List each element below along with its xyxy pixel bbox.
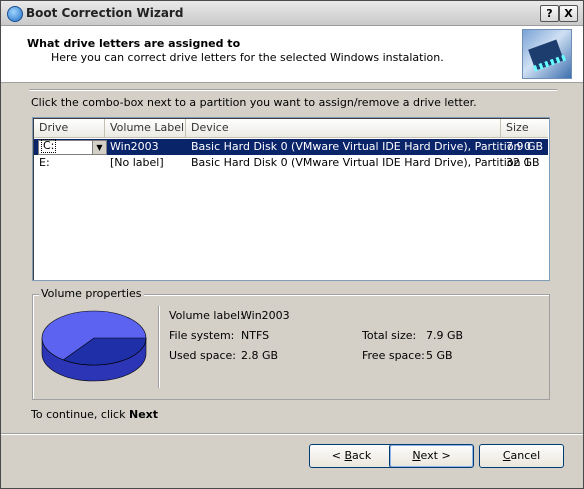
column-drive-letter[interactable]: Drive Letter [34, 119, 105, 152]
wizard-header: What drive letters are assigned to Here … [1, 26, 583, 83]
cell-device: Basic Hard Disk 0 (VMware Virtual IDE Ha… [191, 140, 532, 153]
properties-divider [158, 306, 160, 388]
header-title: What drive letters are assigned to [27, 37, 241, 50]
cell-volume-label: Win2003 [110, 140, 159, 153]
window-title: Boot Correction Wizard [26, 6, 184, 20]
continue-hint: To continue, click Next [31, 408, 159, 421]
used-space-key: Used space: [169, 349, 237, 362]
free-space-value: 5 GB [426, 349, 453, 362]
usage-pie-chart [41, 310, 147, 382]
cancel-button[interactable]: Cancel [479, 444, 564, 468]
combo-value: C: [41, 139, 57, 153]
cell-drive-letter: E: [39, 156, 50, 169]
continue-next-word: Next [128, 408, 159, 421]
chevron-down-icon[interactable]: ▼ [92, 141, 106, 154]
table-row[interactable]: E: [No label] Basic Hard Disk 0 (VMware … [34, 155, 548, 171]
table-row[interactable]: C: ▼ Win2003 Basic Hard Disk 0 (VMware V… [34, 139, 548, 155]
group-title: Volume properties [39, 287, 144, 300]
total-size-key: Total size: [362, 329, 417, 342]
cell-device: Basic Hard Disk 0 (VMware Virtual IDE Ha… [191, 156, 532, 169]
back-button[interactable]: < Back [309, 444, 394, 468]
column-device[interactable]: Device [186, 119, 501, 137]
used-space-value: 2.8 GB [241, 349, 279, 362]
wizard-window: Boot Correction Wizard ? X What drive le… [0, 0, 584, 489]
partition-list[interactable]: Drive Letter Volume Label Device Size C:… [32, 117, 550, 281]
cell-size: 32 GB [506, 156, 540, 169]
list-header: Drive Letter Volume Label Device Size [34, 119, 548, 152]
column-size[interactable]: Size [501, 119, 548, 137]
drive-letter-combo[interactable]: C: ▼ [38, 139, 107, 155]
volume-label-value: Win2003 [241, 309, 290, 322]
header-graphic-icon [522, 29, 572, 79]
divider [29, 89, 557, 91]
footer-divider [1, 433, 583, 435]
title-bar: Boot Correction Wizard ? X [1, 1, 583, 26]
close-button[interactable]: X [559, 5, 578, 22]
header-subtitle: Here you can correct drive letters for t… [51, 51, 444, 64]
total-size-value: 7.9 GB [426, 329, 464, 342]
volume-label-key: Volume label: [169, 309, 244, 322]
free-space-key: Free space: [362, 349, 425, 362]
help-button[interactable]: ? [540, 5, 559, 22]
cell-size: 7.9 GB [506, 140, 544, 153]
file-system-value: NTFS [241, 329, 270, 342]
column-volume-label[interactable]: Volume Label [105, 119, 186, 137]
next-button[interactable]: Next > [389, 444, 474, 468]
app-icon [7, 6, 23, 22]
instruction-text: Click the combo-box next to a partition … [31, 96, 477, 109]
file-system-key: File system: [169, 329, 235, 342]
cell-volume-label: [No label] [110, 156, 164, 169]
